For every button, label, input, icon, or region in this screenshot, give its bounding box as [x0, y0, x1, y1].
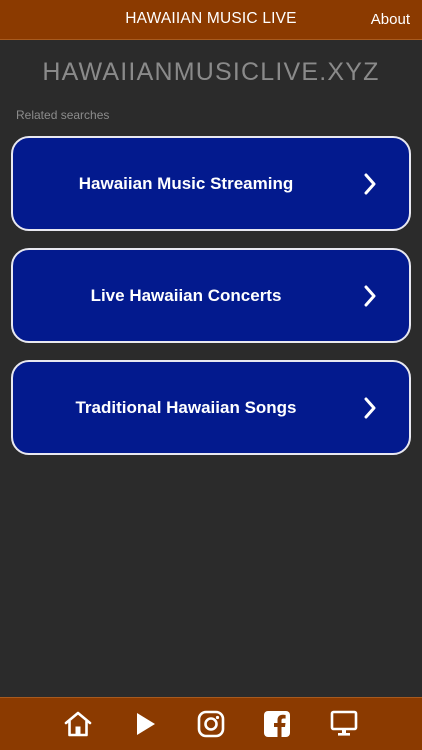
app-title: HAWAIIAN MUSIC LIVE	[125, 10, 297, 27]
home-icon	[64, 711, 92, 737]
chevron-right-icon	[364, 173, 376, 195]
chevron-right-icon	[364, 397, 376, 419]
play-icon	[137, 713, 155, 735]
monitor-icon	[330, 710, 358, 736]
nav-home-button[interactable]	[63, 710, 93, 738]
related-link-live-hawaiian-concerts[interactable]: Live Hawaiian Concerts	[11, 248, 411, 343]
app-screen: HAWAIIAN MUSIC LIVE About HAWAIIANMUSICL…	[0, 0, 422, 750]
related-link-label: Hawaiian Music Streaming	[78, 174, 294, 193]
related-link-traditional-hawaiian-songs[interactable]: Traditional Hawaiian Songs	[11, 360, 411, 455]
top-bar: HAWAIIAN MUSIC LIVE About	[0, 0, 422, 40]
about-button[interactable]: About	[371, 11, 410, 28]
bottom-nav-bar	[0, 697, 422, 750]
nav-facebook-button[interactable]	[262, 710, 292, 738]
nav-instagram-button[interactable]	[196, 710, 226, 738]
facebook-icon	[264, 711, 290, 737]
nav-website-button[interactable]	[329, 710, 359, 738]
domain-title: HAWAIIANMUSICLIVE.XYZ	[42, 58, 380, 86]
nav-play-button[interactable]	[131, 710, 161, 738]
instagram-icon	[197, 710, 225, 738]
related-searches-label: Related searches	[16, 108, 110, 122]
related-link-label: Live Hawaiian Concerts	[90, 286, 282, 305]
related-link-hawaiian-music-streaming[interactable]: Hawaiian Music Streaming	[11, 136, 411, 231]
chevron-right-icon	[364, 285, 376, 307]
related-link-label: Traditional Hawaiian Songs	[75, 398, 297, 417]
